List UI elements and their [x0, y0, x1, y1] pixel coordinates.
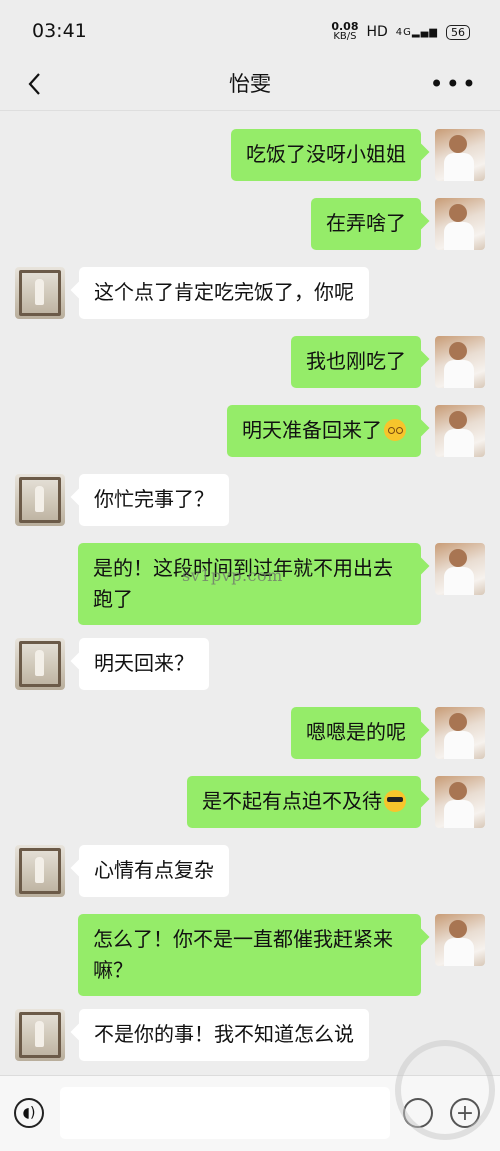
status-bar: 03:41 0.08 KB/S HD 4G▂▄▆ 56	[0, 0, 500, 62]
contact-avatar[interactable]	[15, 474, 65, 526]
message-bubble[interactable]: 是不起有点迫不及待	[187, 776, 421, 828]
my-avatar[interactable]	[435, 336, 485, 388]
squint-face-icon	[384, 419, 406, 441]
message-bubble[interactable]: 不是你的事！我不知道怎么说	[79, 1009, 369, 1061]
watermark: sv1pvp.com	[182, 566, 283, 585]
signal-icon: 4G▂▄▆	[395, 26, 438, 38]
message-text: 这个点了肯定吃完饭了，你呢	[94, 280, 354, 304]
message-row: 吃饭了没呀小姐姐	[0, 129, 500, 181]
message-bubble[interactable]: 嗯嗯是的呢	[291, 707, 421, 759]
message-bubble[interactable]: 明天回来？	[79, 638, 209, 690]
message-row: 明天准备回来了	[0, 405, 500, 457]
message-row: 心情有点复杂	[0, 845, 500, 897]
message-bubble[interactable]: 我也刚吃了	[291, 336, 421, 388]
message-bubble[interactable]: 心情有点复杂	[79, 845, 229, 897]
chat-area[interactable]: 吃饭了没呀小姐姐在弄啥了这个点了肯定吃完饭了，你呢我也刚吃了明天准备回来了你忙完…	[0, 111, 500, 1081]
voice-icon[interactable]: ◖)	[14, 1098, 44, 1128]
message-bubble[interactable]: 明天准备回来了	[227, 405, 421, 457]
message-row: 在弄啥了	[0, 198, 500, 250]
my-avatar[interactable]	[435, 776, 485, 828]
more-icon: •••	[429, 70, 478, 98]
net-speed-unit: KB/S	[333, 31, 357, 42]
message-text: 吃饭了没呀小姐姐	[246, 142, 406, 166]
battery-icon: 56	[446, 24, 470, 40]
message-text: 心情有点复杂	[94, 858, 214, 882]
my-avatar[interactable]	[435, 543, 485, 595]
message-bubble[interactable]: 怎么了！你不是一直都催我赶紧来嘛？	[78, 914, 421, 996]
my-avatar[interactable]	[435, 129, 485, 181]
contact-avatar[interactable]	[15, 638, 65, 690]
message-row: 嗯嗯是的呢	[0, 707, 500, 759]
my-avatar[interactable]	[435, 198, 485, 250]
signal-label: 4G	[395, 26, 412, 38]
message-bubble[interactable]: 吃饭了没呀小姐姐	[231, 129, 421, 181]
message-text: 我也刚吃了	[306, 349, 406, 373]
message-bubble[interactable]: 在弄啥了	[311, 198, 421, 250]
battery-level: 56	[451, 25, 465, 39]
status-icons: 0.08 KB/S HD 4G▂▄▆ 56	[331, 21, 470, 42]
sunglasses-face-icon	[384, 790, 406, 812]
message-row: 明天回来？	[0, 638, 500, 690]
my-avatar[interactable]	[435, 405, 485, 457]
more-button[interactable]: •••	[430, 64, 478, 104]
status-time: 03:41	[32, 20, 87, 42]
message-bubble[interactable]: 你忙完事了？	[79, 474, 229, 526]
message-row: 你忙完事了？	[0, 474, 500, 526]
net-speed: 0.08 KB/S	[331, 21, 358, 42]
my-avatar[interactable]	[435, 914, 485, 966]
message-text: 明天准备回来了	[242, 418, 382, 442]
message-bubble[interactable]: 这个点了肯定吃完饭了，你呢	[79, 267, 369, 319]
message-text: 不是你的事！我不知道怎么说	[94, 1022, 354, 1046]
message-input[interactable]	[60, 1087, 390, 1139]
message-text: 明天回来？	[94, 651, 194, 675]
contact-avatar[interactable]	[15, 1009, 65, 1061]
nav-bar: 怡雯 •••	[0, 62, 500, 111]
message-text: 是不起有点迫不及待	[202, 789, 382, 813]
chat-title: 怡雯	[229, 72, 271, 96]
contact-avatar[interactable]	[15, 267, 65, 319]
message-row: 这个点了肯定吃完饭了，你呢	[0, 267, 500, 319]
message-text: 你忙完事了？	[94, 487, 214, 511]
corner-watermark-logo	[395, 1040, 495, 1140]
my-avatar[interactable]	[435, 707, 485, 759]
message-text: 嗯嗯是的呢	[306, 720, 406, 744]
message-row: 是不起有点迫不及待	[0, 776, 500, 828]
hd-label: HD	[366, 24, 388, 40]
contact-avatar[interactable]	[15, 845, 65, 897]
message-text: 在弄啥了	[326, 211, 406, 235]
message-row: 我也刚吃了	[0, 336, 500, 388]
message-text: 怎么了！你不是一直都催我赶紧来嘛？	[93, 927, 393, 982]
message-row: 怎么了！你不是一直都催我赶紧来嘛？	[0, 914, 500, 996]
